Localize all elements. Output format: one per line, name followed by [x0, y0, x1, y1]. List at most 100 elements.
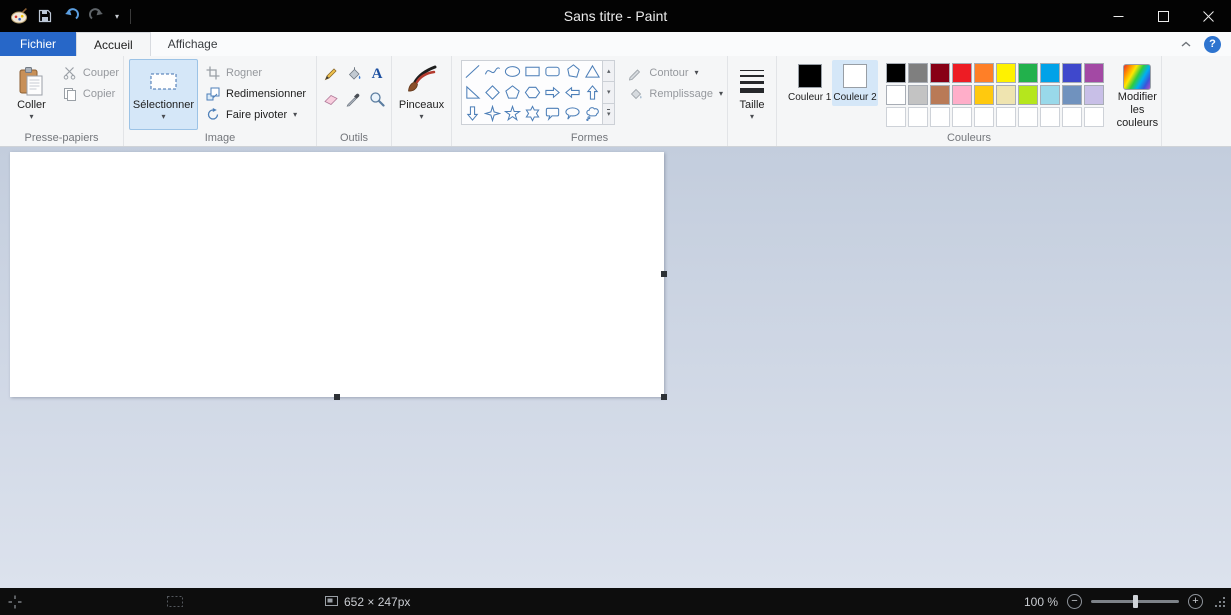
resize-button[interactable]: Redimensionner [201, 83, 310, 104]
palette-swatch[interactable] [951, 63, 972, 83]
shapes-grid [461, 60, 603, 125]
palette-swatch[interactable] [907, 63, 928, 83]
drawing-canvas[interactable] [10, 152, 664, 397]
palette-swatch[interactable] [907, 85, 928, 105]
palette-empty-slot[interactable] [995, 107, 1016, 127]
palette-swatch[interactable] [973, 63, 994, 83]
palette-swatch[interactable] [1017, 85, 1038, 105]
palette-empty-slot[interactable] [907, 107, 928, 127]
palette-empty-slot[interactable] [885, 107, 906, 127]
outline-button[interactable]: Contour ▾ [624, 62, 727, 83]
shape-line-icon[interactable] [462, 61, 482, 82]
zoom-out-icon[interactable]: − [1067, 594, 1082, 609]
fill-icon[interactable] [343, 62, 365, 86]
tab-accueil[interactable]: Accueil [76, 32, 151, 57]
palette-empty-slot[interactable] [1017, 107, 1038, 127]
magnifier-icon[interactable] [366, 87, 388, 111]
color-picker-icon[interactable] [343, 87, 365, 111]
palette-swatch[interactable] [929, 85, 950, 105]
help-icon[interactable]: ? [1204, 35, 1221, 53]
line-size-icon [739, 63, 765, 99]
rotate-button[interactable]: Faire pivoter ▾ [201, 104, 310, 125]
color1-button[interactable]: Couleur 1 [787, 60, 832, 106]
shape-star-5-icon[interactable] [502, 103, 522, 124]
palette-swatch[interactable] [885, 85, 906, 105]
shape-diamond-icon[interactable] [482, 82, 502, 103]
shapes-scroll-up-icon[interactable]: ▴ [603, 60, 616, 83]
shape-rectangle-icon[interactable] [522, 61, 542, 82]
zoom-slider[interactable] [1091, 595, 1179, 608]
size-button[interactable]: Taille ▾ [731, 59, 773, 130]
palette-swatch[interactable] [885, 63, 906, 83]
save-icon[interactable] [33, 5, 56, 28]
fill-shape-button[interactable]: Remplissage ▾ [624, 83, 727, 104]
pencil-icon[interactable] [320, 62, 342, 86]
shape-arrow-left-icon[interactable] [562, 82, 582, 103]
palette-empty-slot[interactable] [929, 107, 950, 127]
shape-hexagon-icon[interactable] [522, 82, 542, 103]
shape-callout-rounded-icon[interactable] [542, 103, 562, 124]
palette-empty-slot[interactable] [973, 107, 994, 127]
palette-swatch[interactable] [1083, 63, 1104, 83]
palette-swatch[interactable] [973, 85, 994, 105]
zoom-in-icon[interactable]: + [1188, 594, 1203, 609]
paint-app-icon[interactable] [7, 5, 30, 28]
group-tools: A Outils [317, 56, 392, 146]
tab-fichier[interactable]: Fichier [0, 32, 77, 56]
palette-empty-slot[interactable] [1061, 107, 1082, 127]
select-button[interactable]: Sélectionner ▾ [129, 59, 198, 130]
shape-callout-oval-icon[interactable] [562, 103, 582, 124]
edit-colors-button[interactable]: Modifier les couleurs [1114, 60, 1161, 131]
palette-swatch[interactable] [1083, 85, 1104, 105]
shape-curve-icon[interactable] [482, 61, 502, 82]
palette-swatch[interactable] [1039, 63, 1060, 83]
palette-swatch[interactable] [995, 85, 1016, 105]
maximize-icon[interactable] [1141, 0, 1186, 32]
shape-right-triangle-icon[interactable] [462, 82, 482, 103]
redo-icon[interactable] [85, 5, 108, 28]
eraser-icon[interactable] [320, 87, 342, 111]
shapes-scroll-down-icon[interactable]: ▾ [603, 82, 616, 104]
qat-dropdown-icon[interactable]: ▾ [111, 12, 123, 21]
shape-polygon-icon[interactable] [562, 61, 582, 82]
shapes-more-icon[interactable]: ▾ [603, 103, 616, 125]
resize-grip-icon[interactable] [1214, 596, 1225, 607]
shape-triangle-icon[interactable] [582, 61, 602, 82]
shape-arrow-down-icon[interactable] [462, 103, 482, 124]
palette-swatch[interactable] [1061, 63, 1082, 83]
palette-swatch[interactable] [929, 63, 950, 83]
collapse-ribbon-icon[interactable] [1180, 35, 1192, 53]
shape-pentagon-icon[interactable] [502, 82, 522, 103]
undo-icon[interactable] [59, 5, 82, 28]
palette-swatch[interactable] [995, 63, 1016, 83]
color2-button[interactable]: Couleur 2 [832, 60, 878, 106]
close-icon[interactable] [1186, 0, 1231, 32]
palette-swatch[interactable] [1061, 85, 1082, 105]
canvas-resize-handle-right[interactable] [661, 271, 667, 277]
palette-empty-slot[interactable] [1083, 107, 1104, 127]
shape-star-6-icon[interactable] [522, 103, 542, 124]
zoom-slider-thumb[interactable] [1133, 595, 1138, 608]
shape-callout-cloud-icon[interactable] [582, 103, 602, 124]
shape-rounded-rectangle-icon[interactable] [542, 61, 562, 82]
minimize-icon[interactable] [1096, 0, 1141, 32]
tab-affichage[interactable]: Affichage [151, 32, 235, 56]
palette-empty-slot[interactable] [951, 107, 972, 127]
cursor-position-icon [8, 588, 22, 615]
palette-swatch[interactable] [951, 85, 972, 105]
shape-star-4-icon[interactable] [482, 103, 502, 124]
paste-button[interactable]: Coller ▾ [11, 59, 52, 130]
canvas-resize-handle-corner[interactable] [661, 394, 667, 400]
cut-button[interactable]: Couper [58, 62, 123, 83]
brushes-button[interactable]: Pinceaux ▾ [397, 59, 447, 130]
palette-swatch[interactable] [1039, 85, 1060, 105]
palette-swatch[interactable] [1017, 63, 1038, 83]
crop-button[interactable]: Rogner [201, 62, 310, 83]
text-icon[interactable]: A [366, 62, 388, 86]
canvas-resize-handle-bottom[interactable] [334, 394, 340, 400]
palette-empty-slot[interactable] [1039, 107, 1060, 127]
shape-arrow-up-icon[interactable] [582, 82, 602, 103]
shape-arrow-right-icon[interactable] [542, 82, 562, 103]
shape-oval-icon[interactable] [502, 61, 522, 82]
copy-button[interactable]: Copier [58, 83, 123, 104]
